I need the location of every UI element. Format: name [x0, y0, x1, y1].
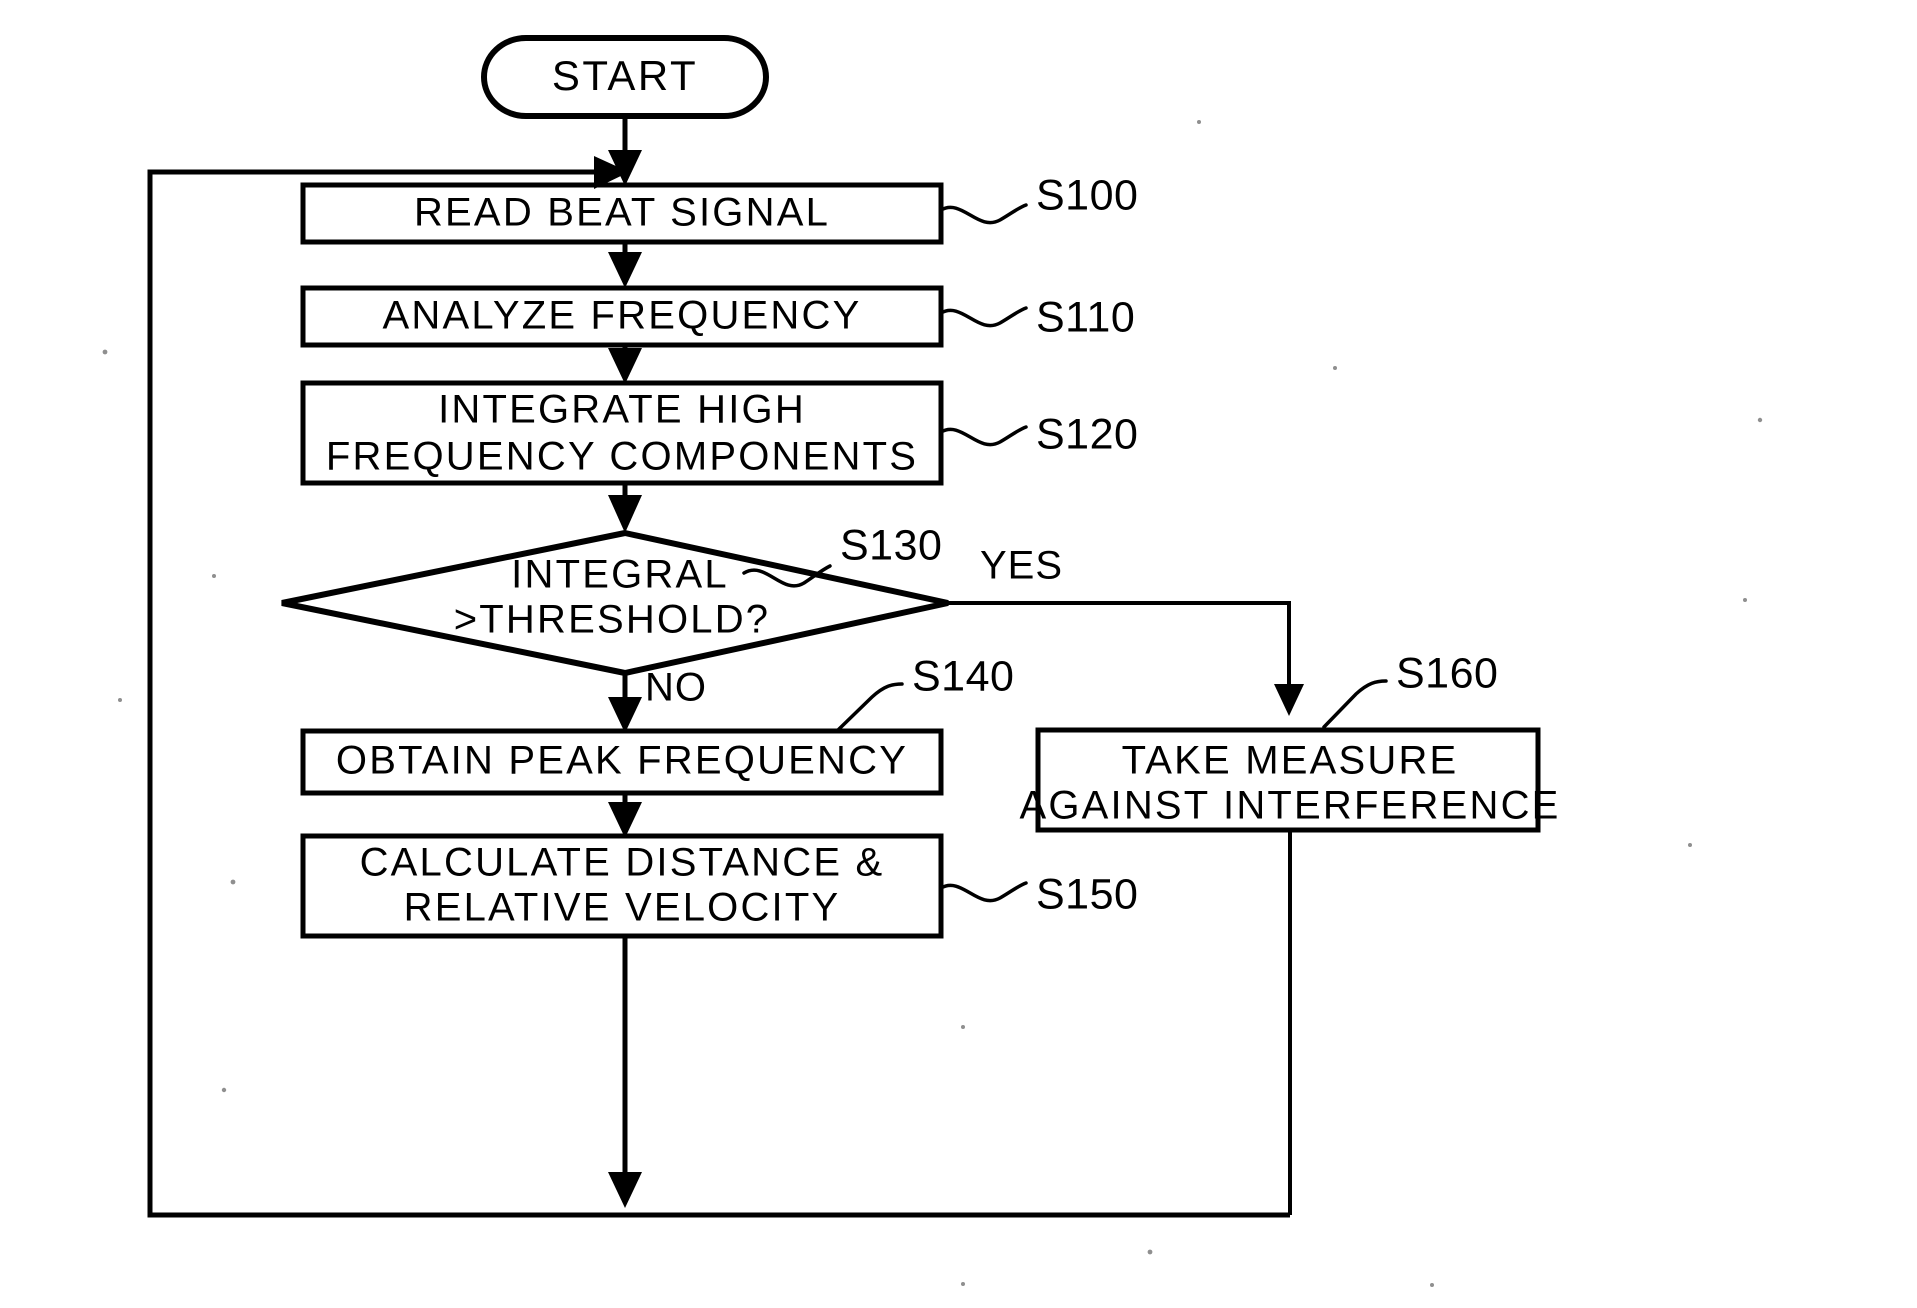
branch-label-no: NO: [645, 666, 707, 710]
s150-box-label-line2: RELATIVE VELOCITY: [404, 886, 841, 930]
step-label-s160: S160: [1396, 649, 1498, 697]
node-s110: ANALYZE FREQUENCY: [300, 285, 944, 348]
step-label-s130: S130: [840, 521, 942, 569]
node-s160: TAKE MEASURE AGAINST INTERFERENCE: [1019, 727, 1560, 833]
start-terminal-label: START: [552, 52, 698, 99]
step-label-s150: S150: [1036, 870, 1138, 918]
s150-box-label-line1: CALCULATE DISTANCE &: [360, 841, 885, 885]
flowchart-canvas: START READ BEAT SIGNAL S100 ANALYZE FREQ…: [0, 0, 1917, 1308]
step-label-s100: S100: [1036, 171, 1138, 219]
node-s150: CALCULATE DISTANCE & RELATIVE VELOCITY: [300, 833, 944, 939]
node-start: START: [481, 35, 769, 119]
step-label-s140: S140: [912, 652, 1014, 700]
s160-box-label-line1: TAKE MEASURE: [1122, 739, 1459, 783]
s110-box-label: ANALYZE FREQUENCY: [383, 294, 862, 338]
node-s120: INTEGRATE HIGH FREQUENCY COMPONENTS: [300, 380, 944, 486]
branch-label-yes: YES: [980, 544, 1063, 588]
s160-box-label-line2: AGAINST INTERFERENCE: [1019, 784, 1560, 828]
step-label-s120: S120: [1036, 410, 1138, 458]
s130-decision-label-line2: >THRESHOLD?: [454, 598, 771, 642]
s140-box-label: OBTAIN PEAK FREQUENCY: [336, 739, 908, 783]
s130-decision-label-line1: INTEGRAL: [511, 553, 729, 597]
s120-box-label-line1: INTEGRATE HIGH: [438, 388, 806, 432]
node-s140: OBTAIN PEAK FREQUENCY: [300, 728, 944, 796]
flowchart-svg: START READ BEAT SIGNAL S100 ANALYZE FREQ…: [0, 0, 1917, 1308]
s120-box-label-line2: FREQUENCY COMPONENTS: [326, 435, 918, 479]
node-s100: READ BEAT SIGNAL: [300, 182, 944, 245]
s100-box-label: READ BEAT SIGNAL: [414, 191, 830, 235]
step-label-s110: S110: [1036, 293, 1135, 341]
